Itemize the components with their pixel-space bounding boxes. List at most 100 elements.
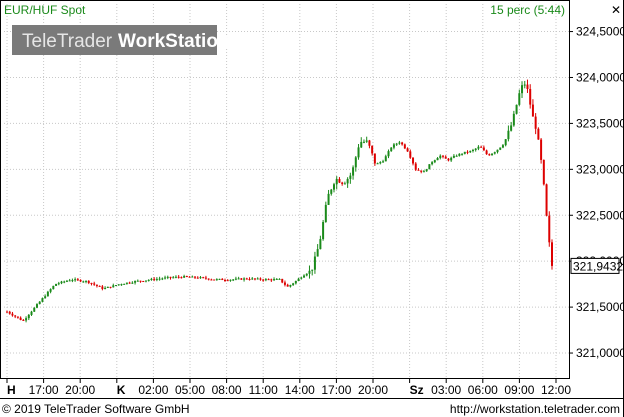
candle-body [19,317,22,320]
candle-body [422,171,425,173]
candle-body [256,278,259,280]
candle-body [431,162,434,165]
candle-body [360,141,363,148]
candle-body [322,222,325,240]
candle-body [447,158,450,161]
x-tick-label: H [7,383,16,397]
candle-body [161,278,164,280]
x-tick-label: 11:00 [249,383,278,397]
candle-body [204,277,207,279]
candle-body [60,281,63,284]
candle-body [455,155,458,157]
candle-body [128,282,131,284]
candle-body [308,270,311,274]
candle-body [313,256,316,270]
candle-body [270,279,273,281]
candle-body [79,279,82,282]
candle-body [357,147,360,158]
last-value-text: 321,9432 [573,259,623,273]
candle-body [112,285,115,288]
candle-body [471,149,474,151]
candle-body [499,147,502,150]
candle-body [387,151,390,157]
candle-body [44,296,47,299]
x-tick-label: Sz [410,383,424,397]
candle-body [452,155,455,158]
candle-body [76,279,79,281]
candle-body [166,276,169,278]
candle-body [95,284,98,286]
candle-body [382,161,385,163]
candle-body [289,284,292,287]
candle-body [177,276,180,278]
y-tick-label: 324,0000 [576,70,624,84]
candle-body [27,314,30,319]
y-tick-label: 321,0000 [576,346,624,360]
symbol-label: EUR/HUF Spot [4,3,86,17]
candle-body [518,93,521,105]
candle-body [371,145,374,154]
candle-body [85,280,88,282]
candle-body [55,283,58,286]
candle-body [349,175,352,179]
candle-body [68,280,71,282]
candle-body [292,283,295,285]
candle-body [469,150,472,153]
candle-body [384,156,387,162]
candle-body [548,215,551,243]
candle-body [398,142,401,144]
source-url[interactable]: http://workstation.teletrader.com [450,402,620,416]
close-icon[interactable]: ✕ [611,3,621,17]
candle-body [531,104,534,117]
candle-body [523,84,526,86]
candle-body [368,140,371,146]
candle-body [106,286,109,288]
candle-body [183,276,186,278]
candle-body [379,162,382,164]
candle-body [109,286,112,288]
candle-body [376,163,379,165]
x-tick-label: 09:00 [504,383,534,397]
candle-body [409,151,412,158]
candle-body [117,284,120,286]
candle-body [194,276,197,278]
candle-body [333,184,335,190]
watermark-text-a: TeleTrader [22,31,113,52]
candle-body [158,278,161,280]
x-tick-label: 03:00 [431,383,461,397]
candle-body [147,279,150,281]
candle-body [341,182,344,184]
candle-body [172,277,175,279]
price-chart[interactable]: 321,0000321,5000322,0000322,5000323,0000… [0,0,624,417]
y-tick-label: 323,0000 [576,162,624,176]
candle-body [281,278,284,283]
candle-body [504,139,507,146]
candle-body [115,285,117,287]
candle-body [335,179,338,185]
candle-body [534,116,537,129]
candle-body [545,184,548,216]
candle-body [537,128,540,140]
candle-body [275,278,278,280]
candle-body [71,280,74,282]
candle-body [485,150,488,155]
x-tick-label: 20:00 [65,383,95,397]
candle-body [57,283,60,285]
candle-body [52,285,55,290]
x-tick-label: 05:00 [175,383,205,397]
candle-body [354,157,357,168]
candle-body [420,170,423,172]
candle-body [218,278,221,280]
candle-body [169,276,172,278]
y-tick-label: 323,5000 [576,116,624,130]
candle-body [262,279,265,281]
candle-body [327,193,330,205]
candle-body [93,283,96,285]
x-tick-label: 14:00 [285,383,315,397]
candle-body [16,316,19,318]
candle-body [433,160,436,163]
candle-body [6,311,8,313]
candle-body [46,291,49,297]
candle-body [491,153,494,156]
candle-body [373,153,376,164]
